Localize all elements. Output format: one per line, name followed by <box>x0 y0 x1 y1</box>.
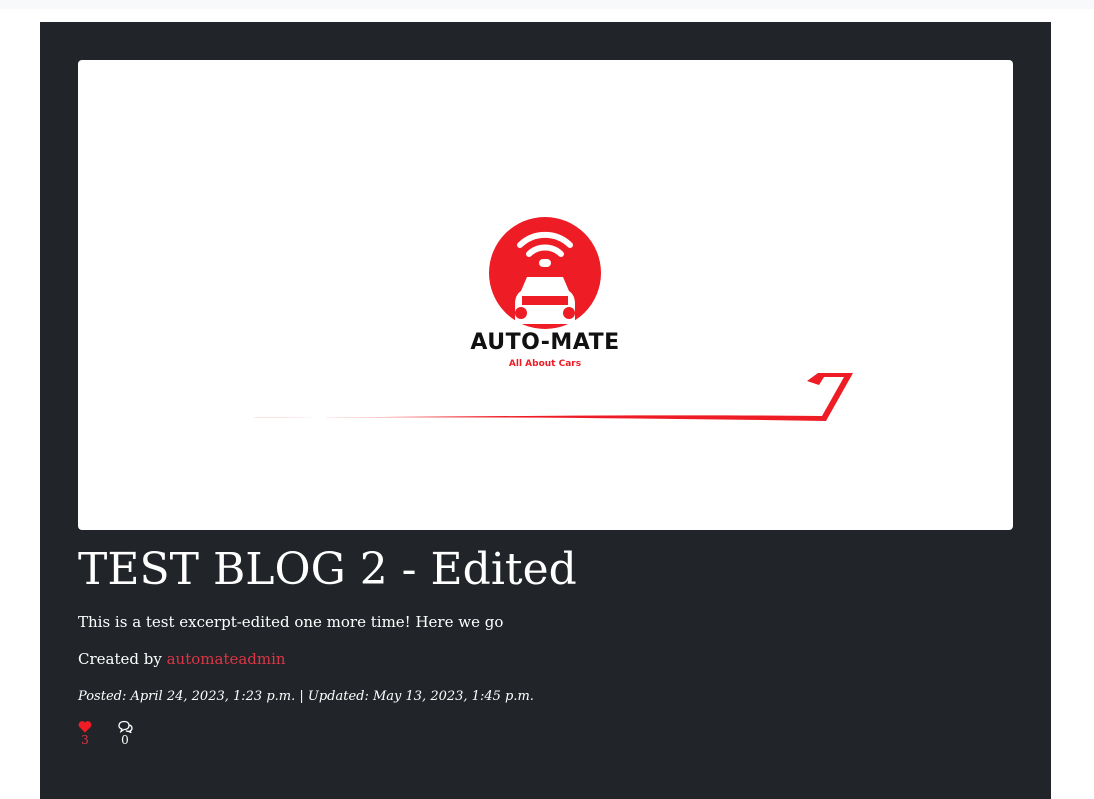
logo-graphic <box>243 217 853 421</box>
created-by-label: Created by <box>78 650 162 668</box>
top-bar <box>0 0 1094 9</box>
post-detail-card: AUTO-MATE All About Cars TEST BLOG 2 - E… <box>40 22 1051 799</box>
comments-icon <box>118 720 133 733</box>
author-link[interactable]: automateadmin <box>167 650 286 668</box>
logo-tagline: All About Cars <box>508 359 582 369</box>
like-count: 3 <box>81 733 89 747</box>
post-author-line: Created by automateadmin <box>78 649 286 669</box>
like-button[interactable]: 3 <box>75 720 95 747</box>
heart-icon <box>78 721 92 733</box>
post-excerpt: This is a test excerpt-edited one more t… <box>78 613 504 631</box>
post-dates: Posted: April 24, 2023, 1:23 p.m. | Upda… <box>78 689 534 704</box>
logo-wordmark: AUTO-MATE <box>470 330 620 355</box>
comment-count: 0 <box>121 733 129 747</box>
post-featured-image: AUTO-MATE All About Cars <box>78 60 1013 530</box>
post-title: TEST BLOG 2 - Edited <box>78 544 577 595</box>
comments-indicator: 0 <box>115 720 135 747</box>
